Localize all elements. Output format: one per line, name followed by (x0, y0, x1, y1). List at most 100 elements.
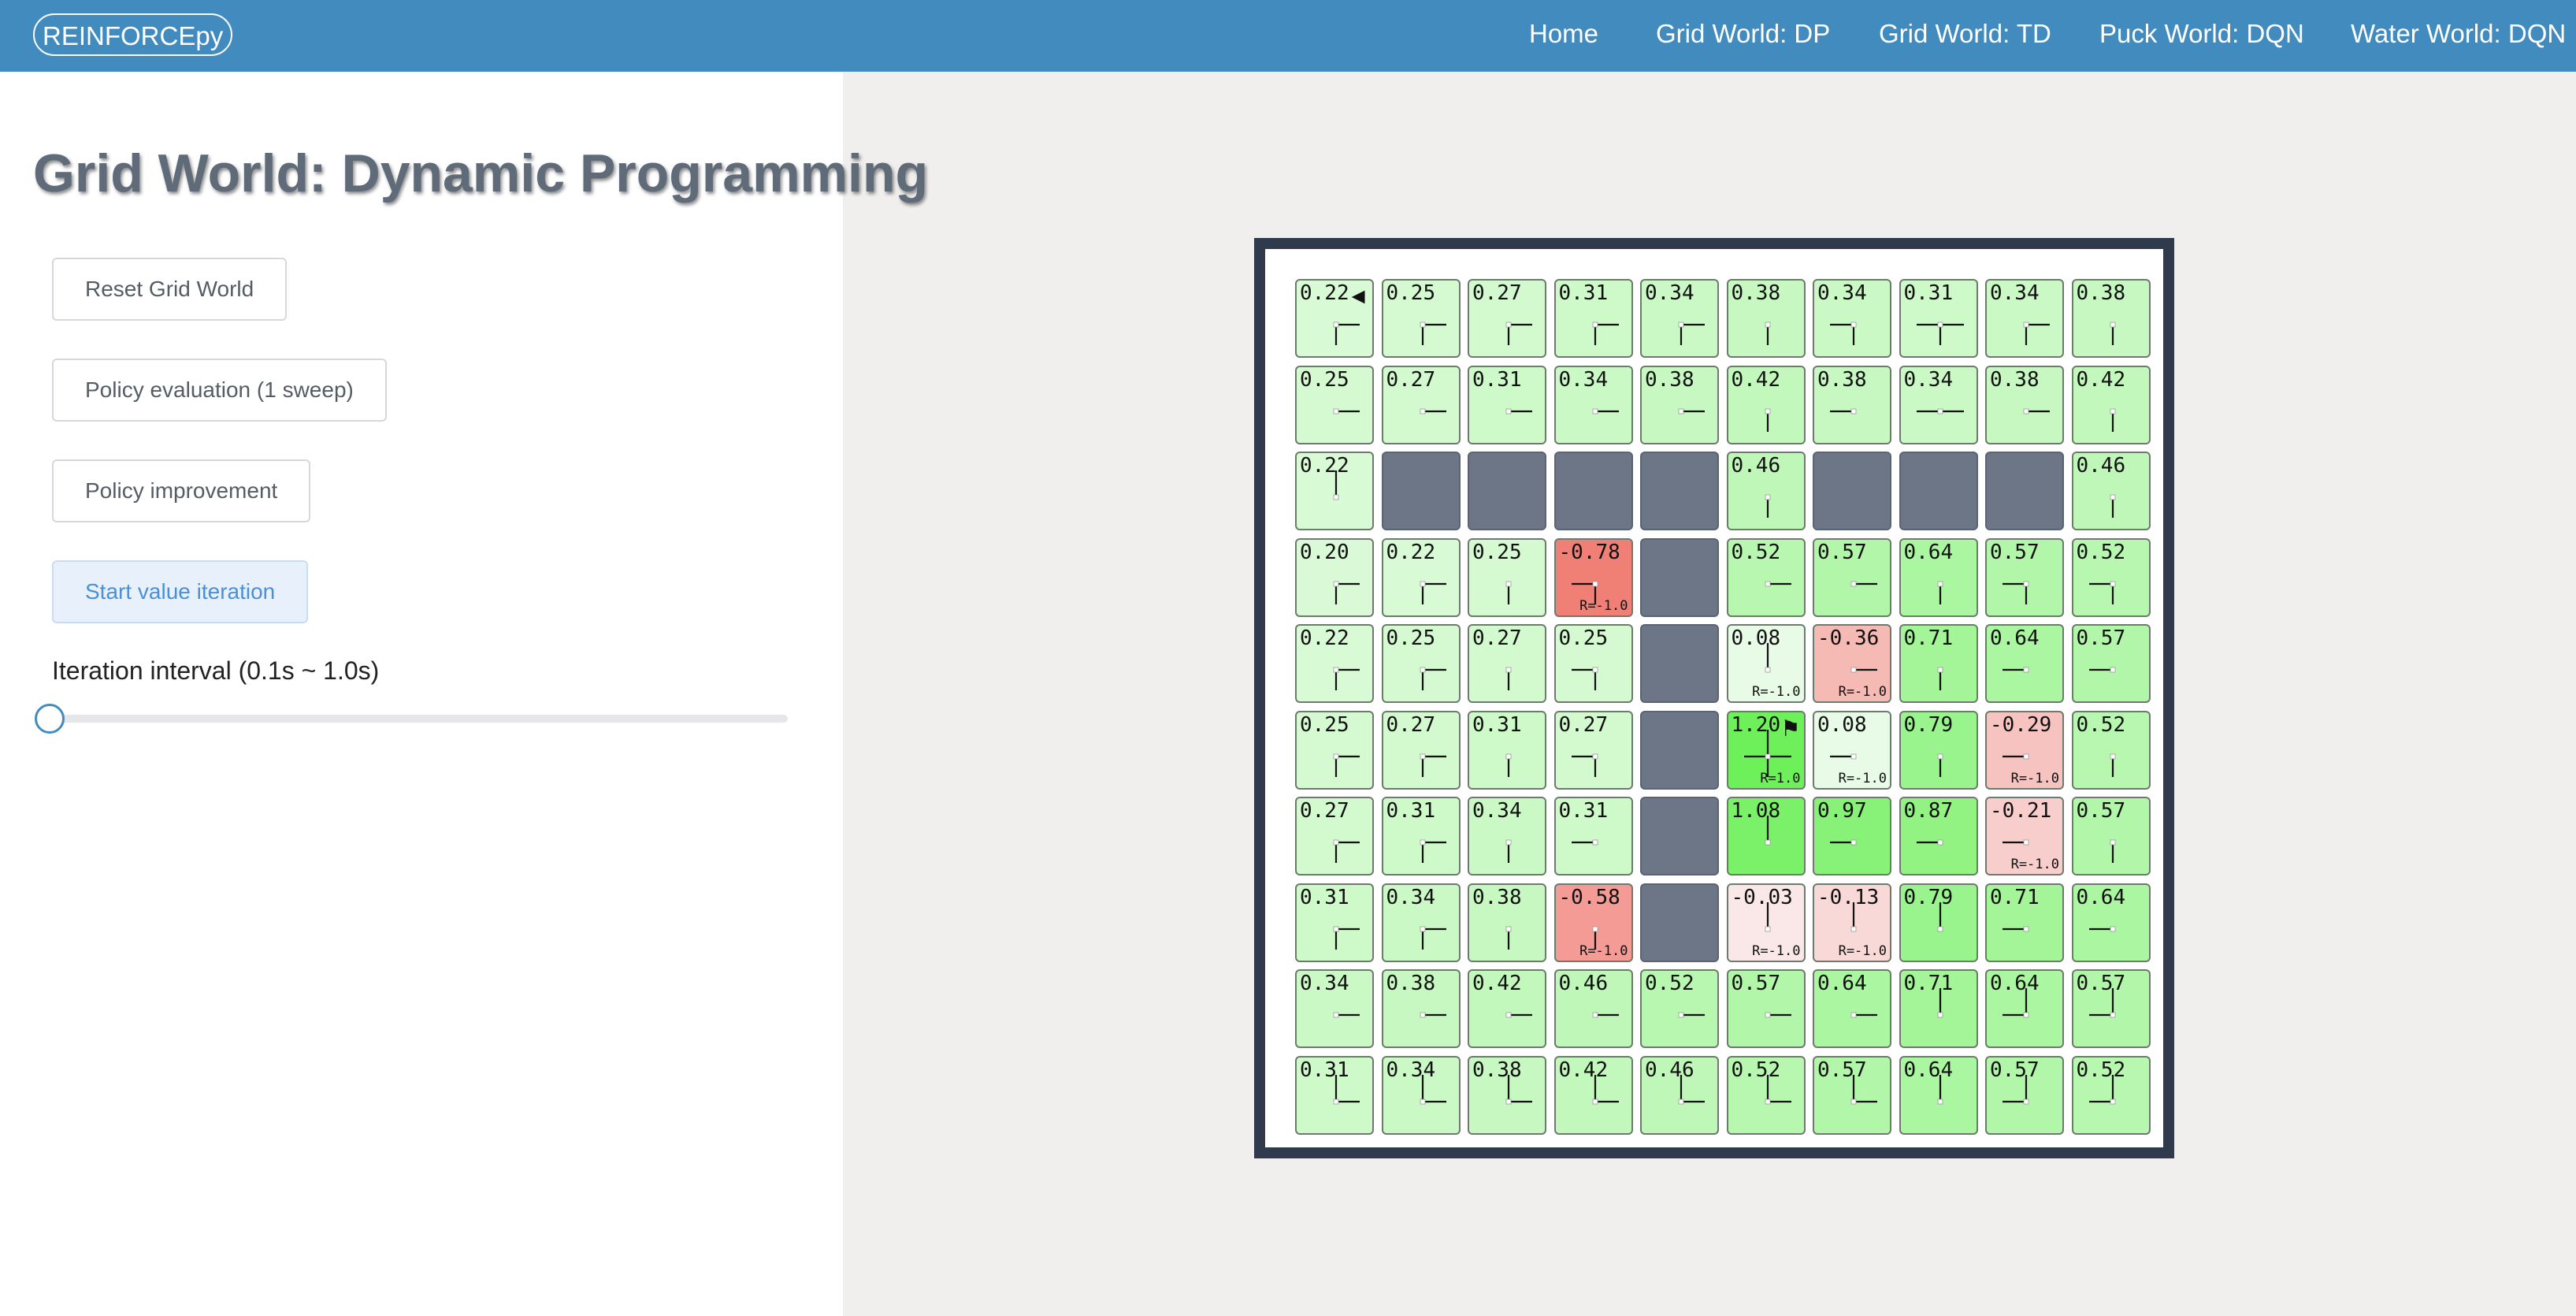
grid-cell[interactable]: 0.42 (1468, 969, 1546, 1048)
nav-link-grid-world-td[interactable]: Grid World: TD (1879, 0, 2051, 72)
grid-cell[interactable]: 0.57 (1813, 1055, 1891, 1135)
grid-cell[interactable]: 0.34 (1813, 279, 1891, 358)
grid-cell[interactable]: 0.34 (1468, 797, 1546, 875)
wall-cell[interactable] (1640, 452, 1719, 530)
grid-cell[interactable]: 0.64 (1985, 969, 2064, 1048)
grid-cell[interactable]: 0.64 (1985, 624, 2064, 703)
wall-cell[interactable] (1640, 797, 1719, 875)
grid-cell[interactable]: 0.71 (1899, 624, 1978, 703)
wall-cell[interactable] (1985, 452, 2064, 530)
grid-cell[interactable]: 0.52 (1640, 969, 1719, 1048)
wall-cell[interactable] (1553, 452, 1633, 530)
grid-cell[interactable]: 0.22 (1295, 452, 1374, 530)
policy-evaluation-button[interactable]: Policy evaluation (1 sweep) (52, 359, 387, 422)
grid-cell[interactable]: 0.46 (1640, 1055, 1719, 1135)
grid-cell[interactable]: 0.57 (1813, 537, 1891, 617)
grid-cell[interactable]: 0.34 (1295, 969, 1374, 1048)
grid-cell[interactable]: 0.31 (1295, 883, 1374, 962)
iteration-interval-slider-knob[interactable] (35, 704, 65, 734)
grid-cell[interactable]: 0.46 (2071, 452, 2151, 530)
grid-cell[interactable]: 0.27 (1295, 797, 1374, 875)
nav-link-grid-world-dp[interactable]: Grid World: DP (1656, 0, 1830, 72)
grid-cell[interactable]: 0.22 (1381, 537, 1461, 617)
grid-cell[interactable]: 0.71 (1985, 883, 2064, 962)
grid-cell[interactable]: 0.38 (1985, 365, 2064, 444)
nav-link-water-world-dqn[interactable]: Water World: DQN (2351, 0, 2566, 72)
grid-cell[interactable]: 0.25 (1295, 365, 1374, 444)
grid-cell[interactable]: 0.08 R=-1.0 (1813, 710, 1891, 790)
grid-cell[interactable]: 0.31 (1553, 279, 1633, 358)
grid-cell[interactable]: 0.27 (1381, 710, 1461, 790)
grid-cell[interactable]: 0.34 (1381, 1055, 1461, 1135)
grid-cell[interactable]: 0.25 (1381, 279, 1461, 358)
grid-cell[interactable]: 0.08 R=-1.0 (1726, 624, 1806, 703)
grid-cell[interactable]: -0.36 R=-1.0 (1813, 624, 1891, 703)
grid-cell[interactable]: 0.38 (2071, 279, 2151, 358)
wall-cell[interactable] (1640, 537, 1719, 617)
grid-cell[interactable]: 0.52 (1726, 1055, 1806, 1135)
grid-cell[interactable]: 0.57 (2071, 797, 2151, 875)
grid-cell[interactable]: 0.64 (2071, 883, 2151, 962)
policy-improvement-button[interactable]: Policy improvement (52, 459, 311, 522)
grid-cell[interactable]: 0.20 (1295, 537, 1374, 617)
grid-cell[interactable]: 0.46 (1726, 452, 1806, 530)
grid-cell[interactable]: 0.34 (1381, 883, 1461, 962)
grid-cell[interactable]: 0.57 (1985, 537, 2064, 617)
grid-cell[interactable]: 0.71 (1899, 969, 1978, 1048)
grid-cell[interactable]: 1.08 (1726, 797, 1806, 875)
grid-cell[interactable]: 0.42 (1553, 1055, 1633, 1135)
wall-cell[interactable] (1381, 452, 1461, 530)
wall-cell[interactable] (1899, 452, 1978, 530)
grid-cell[interactable]: 0.46 (1553, 969, 1633, 1048)
grid-cell[interactable]: -0.21 R=-1.0 (1985, 797, 2064, 875)
grid-cell[interactable]: 0.52 (2071, 710, 2151, 790)
grid-cell[interactable]: 0.22 ◄ (1295, 279, 1374, 358)
grid-cell[interactable]: 0.27 (1381, 365, 1461, 444)
nav-link-puck-world-dqn[interactable]: Puck World: DQN (2099, 0, 2304, 72)
grid-cell[interactable]: -0.58 R=-1.0 (1553, 883, 1633, 962)
grid-cell[interactable]: 0.34 (1640, 279, 1719, 358)
grid-cell[interactable]: 0.31 (1468, 365, 1546, 444)
grid-cell[interactable]: 0.42 (1726, 365, 1806, 444)
grid-cell[interactable]: 0.38 (1813, 365, 1891, 444)
wall-cell[interactable] (1640, 624, 1719, 703)
grid-cell[interactable]: 0.57 (2071, 969, 2151, 1048)
iteration-interval-slider-track[interactable] (52, 715, 788, 723)
grid-cell[interactable]: 0.27 (1468, 279, 1546, 358)
grid-cell[interactable]: 0.31 (1553, 797, 1633, 875)
start-value-iteration-button[interactable]: Start value iteration (52, 560, 309, 623)
grid-cell[interactable]: 0.57 (2071, 624, 2151, 703)
grid-cell[interactable]: 0.25 (1553, 624, 1633, 703)
grid-cell[interactable]: 0.38 (1381, 969, 1461, 1048)
grid-cell[interactable]: 0.31 (1468, 710, 1546, 790)
grid-cell[interactable]: -0.29 R=-1.0 (1985, 710, 2064, 790)
wall-cell[interactable] (1640, 883, 1719, 962)
grid-cell[interactable]: 0.97 (1813, 797, 1891, 875)
grid-cell[interactable]: 0.31 (1381, 797, 1461, 875)
grid-cell[interactable]: 1.20 R=1.0 ⚑ (1726, 710, 1806, 790)
grid-cell[interactable]: 0.38 (1468, 883, 1546, 962)
grid-cell[interactable]: -0.13 R=-1.0 (1813, 883, 1891, 962)
grid-cell[interactable]: 0.64 (1899, 1055, 1978, 1135)
grid-cell[interactable]: 0.34 (1899, 365, 1978, 444)
wall-cell[interactable] (1813, 452, 1891, 530)
grid-cell[interactable]: 0.79 (1899, 710, 1978, 790)
grid-cell[interactable]: 0.42 (2071, 365, 2151, 444)
grid-cell[interactable]: 0.64 (1899, 537, 1978, 617)
grid-cell[interactable]: 0.22 (1295, 624, 1374, 703)
reset-grid-world-button[interactable]: Reset Grid World (52, 258, 288, 321)
grid-cell[interactable]: 0.52 (2071, 537, 2151, 617)
grid-cell[interactable]: 0.25 (1381, 624, 1461, 703)
grid-cell[interactable]: 0.38 (1468, 1055, 1546, 1135)
grid-cell[interactable]: 0.38 (1726, 279, 1806, 358)
grid-cell[interactable]: 0.34 (1553, 365, 1633, 444)
grid-cell[interactable]: 0.25 (1468, 537, 1546, 617)
grid-cell[interactable]: 0.31 (1899, 279, 1978, 358)
grid-cell[interactable]: 0.31 (1295, 1055, 1374, 1135)
wall-cell[interactable] (1468, 452, 1546, 530)
grid-cell[interactable]: 0.57 (1726, 969, 1806, 1048)
wall-cell[interactable] (1640, 710, 1719, 790)
grid-cell[interactable]: 0.25 (1295, 710, 1374, 790)
grid-cell[interactable]: 0.27 (1553, 710, 1633, 790)
grid-cell[interactable]: 0.34 (1985, 279, 2064, 358)
